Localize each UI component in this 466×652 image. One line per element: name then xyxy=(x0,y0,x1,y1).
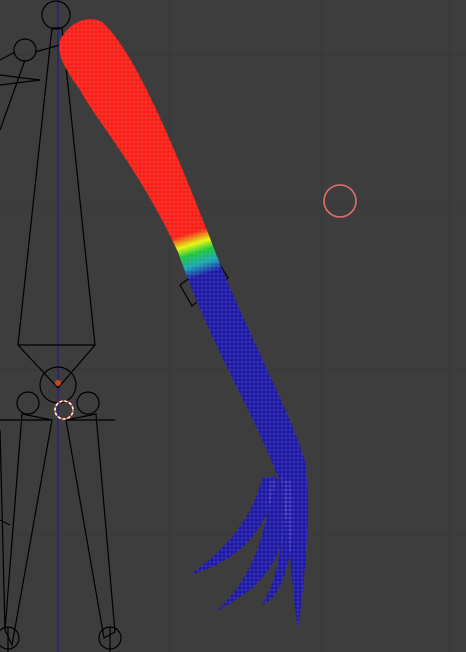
bone-joint-icon[interactable] xyxy=(0,626,20,650)
bone-joint-icon[interactable] xyxy=(76,391,100,415)
bone-joint-icon[interactable] xyxy=(16,391,40,415)
bone-joint-icon[interactable] xyxy=(13,38,37,62)
circle-outline-icon[interactable] xyxy=(323,184,357,218)
right-leg-bone[interactable] xyxy=(65,413,116,639)
bone-joint-icon[interactable] xyxy=(41,0,71,30)
viewport-canvas[interactable] xyxy=(0,0,466,652)
arm-mesh[interactable] xyxy=(59,19,308,630)
left-leg-bone[interactable] xyxy=(4,413,53,647)
3d-viewport[interactable] xyxy=(0,0,466,652)
